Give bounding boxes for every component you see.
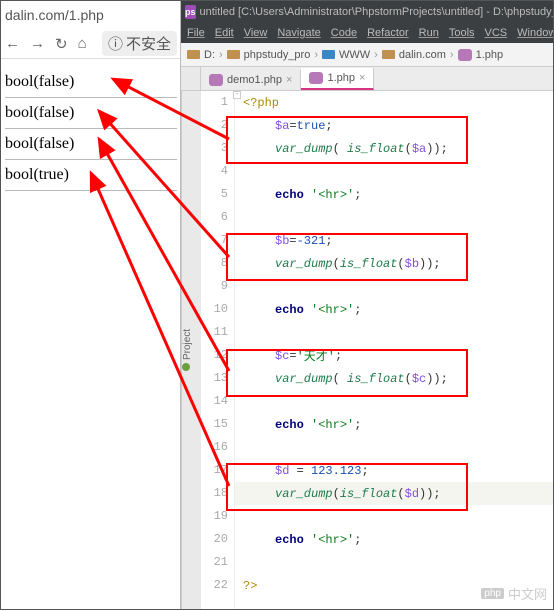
chevron-right-icon: › (219, 49, 223, 61)
ide-window: ps untitled [C:\Users\Administrator\Phps… (180, 1, 553, 609)
output-line: bool(true) (5, 166, 177, 184)
reload-icon[interactable]: ↻ (55, 35, 68, 53)
menu-run[interactable]: Run (419, 27, 439, 39)
menu-navigate[interactable]: Navigate (277, 27, 320, 39)
code-line[interactable] (235, 160, 553, 183)
chevron-right-icon: › (374, 49, 378, 61)
code-line[interactable]: $c='天才'; (235, 344, 553, 367)
menu-tools[interactable]: Tools (449, 27, 475, 39)
project-label: Project (182, 329, 193, 360)
editor-tab[interactable]: demo1.php × (201, 70, 301, 90)
ide-menubar: File Edit View Navigate Code Refactor Ru… (181, 23, 553, 43)
watermark: php 中文网 (481, 584, 547, 603)
folder-icon (382, 50, 395, 59)
code-line[interactable] (235, 206, 553, 229)
chevron-right-icon: › (314, 49, 318, 61)
php-file-icon (309, 72, 323, 84)
crumb[interactable]: phpstudy_pro (244, 49, 311, 61)
code-line[interactable]: echo '<hr>'; (235, 298, 553, 321)
code-line[interactable] (235, 275, 553, 298)
code-line[interactable]: $d = 123.123; (235, 459, 553, 482)
sidebar-gutter (181, 67, 201, 90)
output-line: bool(false) (5, 135, 177, 153)
editor-tab-active[interactable]: 1.php × (301, 68, 374, 90)
close-icon[interactable]: × (286, 74, 292, 86)
code-line[interactable]: echo '<hr>'; (235, 528, 553, 551)
back-icon[interactable]: ← (5, 35, 20, 52)
breadcrumb: D: › phpstudy_pro › WWW › dalin.com › 1.… (181, 43, 553, 67)
project-icon (182, 363, 190, 371)
code-line[interactable] (235, 436, 553, 459)
browser-toolbar: ← → ↻ ⌂ ⓘ 不安全 (1, 29, 181, 59)
code-line[interactable] (235, 390, 553, 413)
code-line[interactable] (235, 551, 553, 574)
phpstorm-icon: ps (185, 5, 196, 19)
info-icon: ⓘ (108, 33, 123, 54)
browser-omnibox-row: dalin.com/1.php (1, 1, 181, 29)
menu-file[interactable]: File (187, 27, 205, 39)
tab-label: 1.php (327, 72, 355, 84)
ide-title-text: untitled [C:\Users\Administrator\Phpstor… (200, 6, 553, 18)
watermark-text: 中文网 (508, 584, 547, 603)
code-line[interactable]: <?php- (235, 91, 553, 114)
browser-url[interactable]: dalin.com/1.php (5, 7, 177, 23)
close-icon[interactable]: × (359, 72, 365, 84)
code-line[interactable]: echo '<hr>'; (235, 183, 553, 206)
code-editor[interactable]: <?php-$a=true;var_dump( is_float($a));ec… (235, 91, 553, 609)
code-line[interactable] (235, 321, 553, 344)
code-line[interactable]: $b=-321; (235, 229, 553, 252)
security-pill[interactable]: ⓘ 不安全 (102, 31, 177, 56)
home-icon[interactable]: ⌂ (78, 35, 87, 52)
watermark-badge: php (481, 588, 504, 599)
line-number-gutter: 12345678910111213141516171819202122 (201, 91, 235, 609)
menu-window[interactable]: Window (517, 27, 553, 39)
crumb[interactable]: D: (204, 49, 215, 61)
code-line[interactable]: var_dump(is_float($d)); (235, 482, 553, 505)
menu-refactor[interactable]: Refactor (367, 27, 409, 39)
menu-view[interactable]: View (244, 27, 268, 39)
menu-edit[interactable]: Edit (215, 27, 234, 39)
code-line[interactable] (235, 505, 553, 528)
browser-window: dalin.com/1.php ← → ↻ ⌂ ⓘ 不安全 bool(false… (1, 1, 181, 609)
editor-tabs: demo1.php × 1.php × (181, 67, 553, 91)
code-line[interactable]: var_dump( is_float($a)); (235, 137, 553, 160)
chevron-right-icon: › (450, 49, 454, 61)
tab-label: demo1.php (227, 74, 282, 86)
code-line[interactable]: var_dump( is_float($c)); (235, 367, 553, 390)
forward-icon[interactable]: → (30, 35, 45, 52)
folder-icon (227, 50, 240, 59)
code-line[interactable]: echo '<hr>'; (235, 413, 553, 436)
code-line[interactable]: var_dump(is_float($b)); (235, 252, 553, 275)
crumb[interactable]: WWW (339, 49, 370, 61)
security-label: 不安全 (126, 33, 171, 54)
disk-icon (187, 50, 200, 59)
output-line: bool(false) (5, 104, 177, 122)
browser-viewport: bool(false) bool(false) bool(false) bool… (1, 59, 181, 203)
output-line: bool(false) (5, 73, 177, 91)
crumb[interactable]: dalin.com (399, 49, 446, 61)
ide-titlebar: ps untitled [C:\Users\Administrator\Phps… (181, 1, 553, 23)
menu-vcs[interactable]: VCS (485, 27, 508, 39)
project-toolwindow-tab[interactable]: Project (181, 91, 201, 609)
menu-code[interactable]: Code (331, 27, 357, 39)
php-file-icon (458, 49, 472, 61)
php-file-icon (209, 74, 223, 86)
code-line[interactable]: $a=true; (235, 114, 553, 137)
folder-icon (322, 50, 335, 59)
crumb[interactable]: 1.php (476, 49, 504, 61)
editor-body: Project 12345678910111213141516171819202… (181, 91, 553, 609)
